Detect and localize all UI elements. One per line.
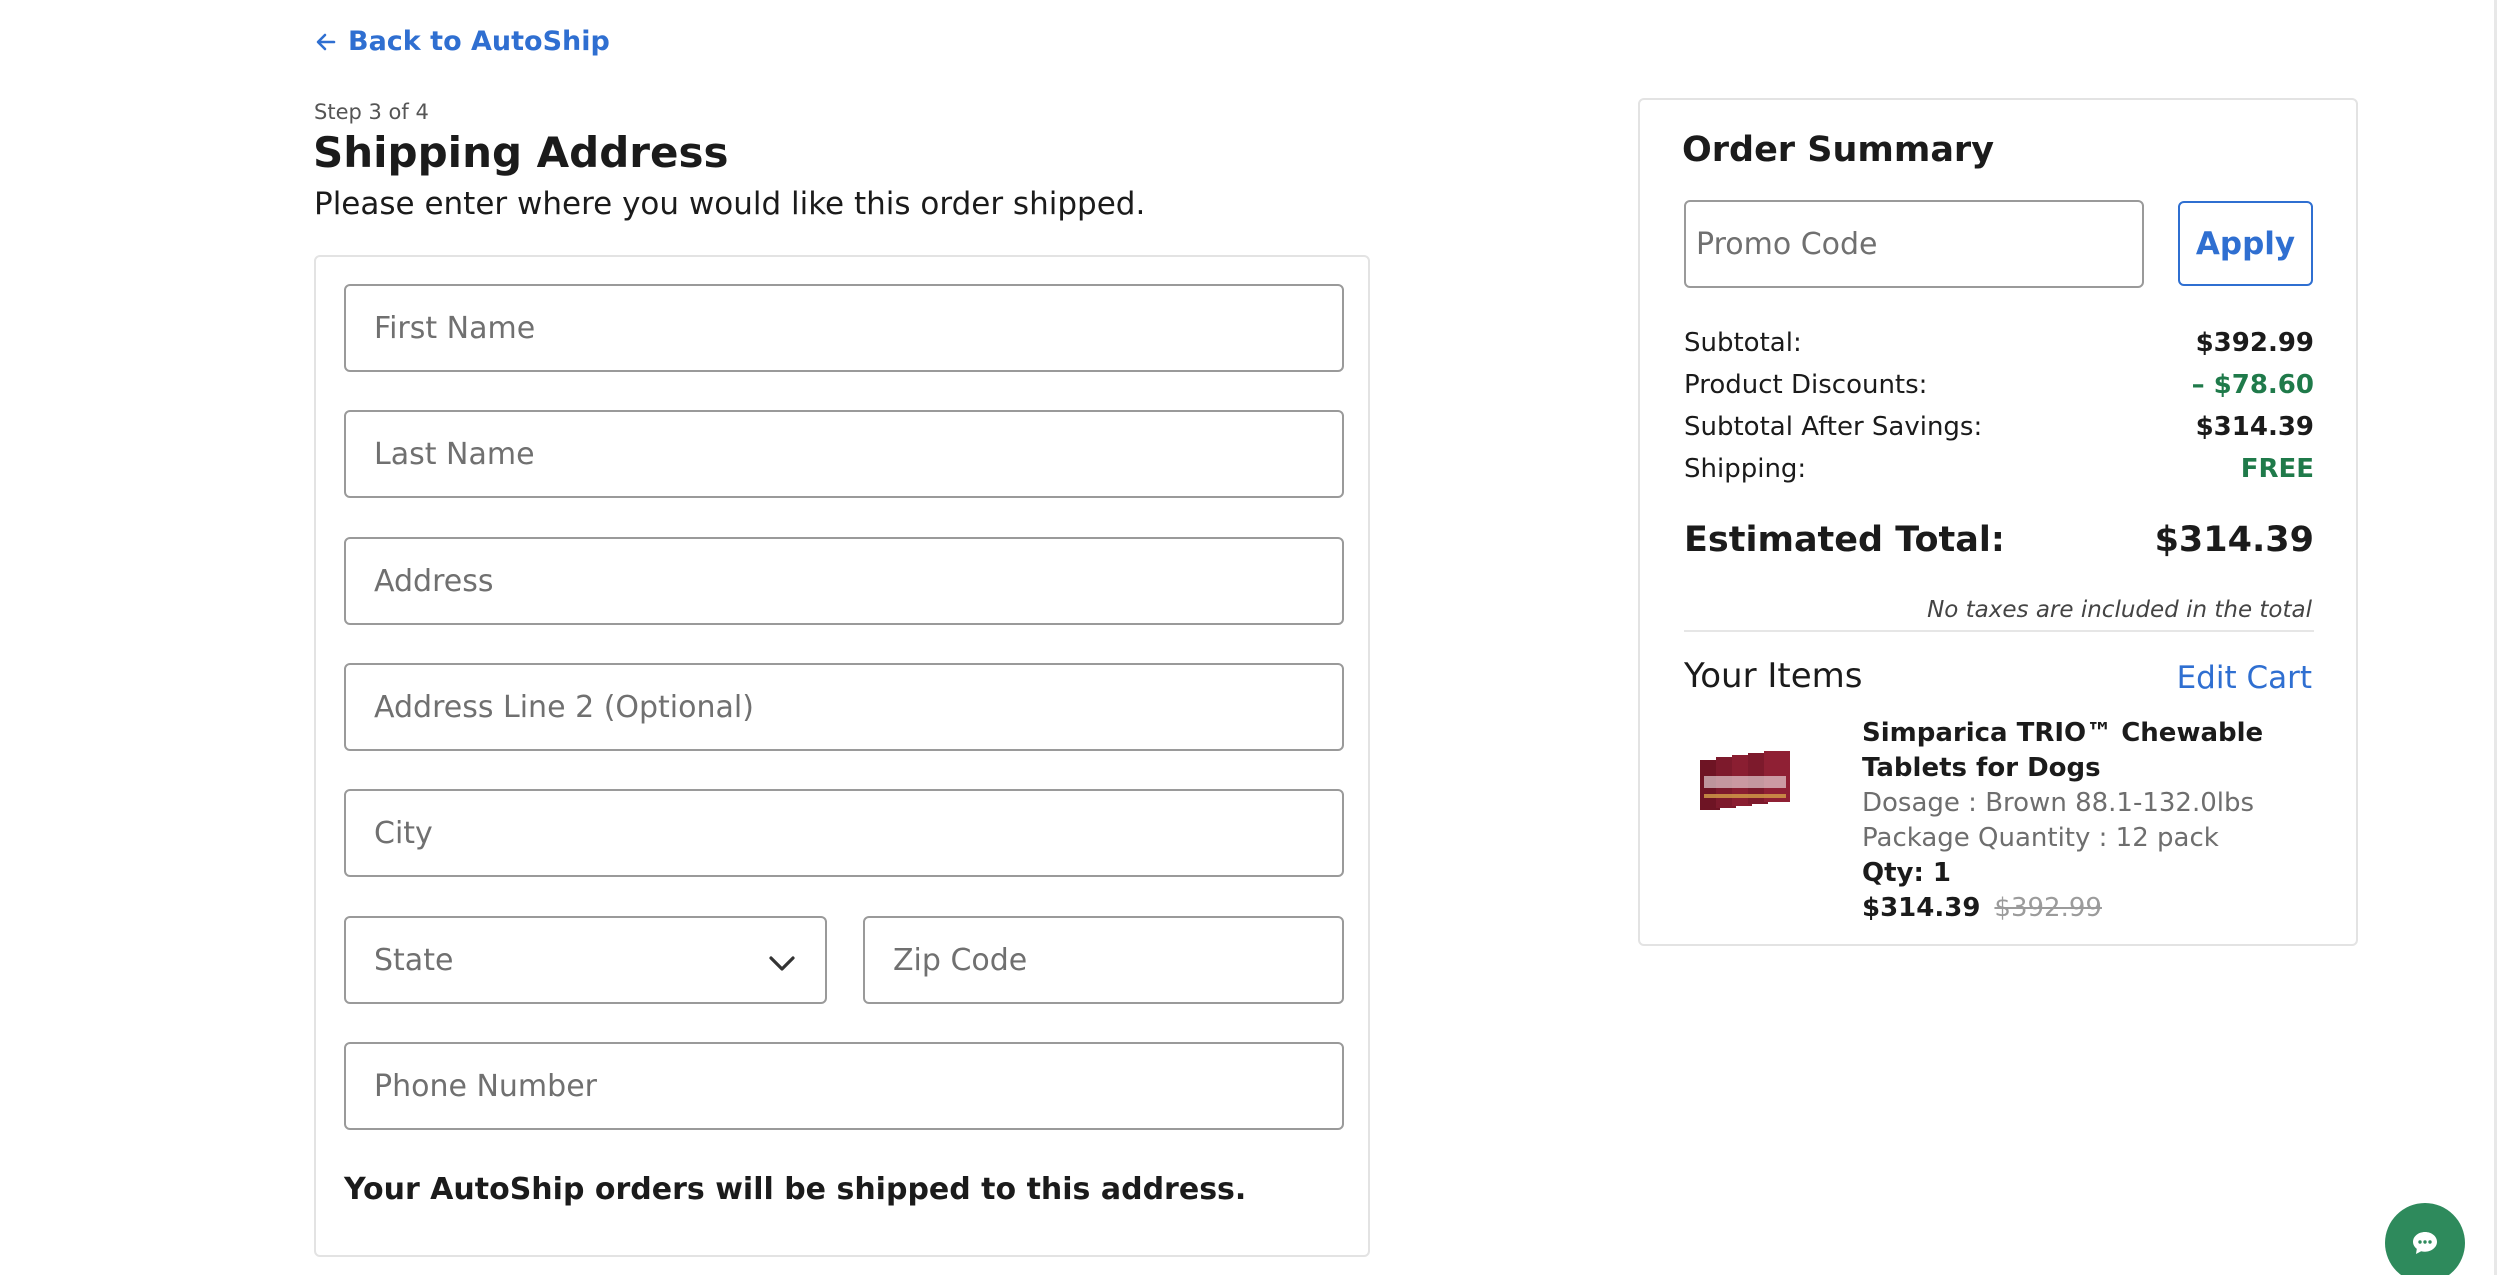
promo-code-placeholder: Promo Code <box>1696 226 1878 262</box>
back-to-autoship-link[interactable]: Back to AutoShip <box>314 26 610 57</box>
product-name: Simparica TRIO™ Chewable Tablets for Dog… <box>1862 718 2264 783</box>
page-title: Shipping Address <box>313 128 729 177</box>
zip-code-placeholder: Zip Code <box>893 942 1028 978</box>
product-details: Simparica TRIO™ Chewable Tablets for Dog… <box>1862 716 2322 926</box>
subtotal-label: Subtotal: <box>1684 328 1802 358</box>
phone-number-field[interactable]: Phone Number <box>344 1042 1344 1130</box>
estimated-total-value: $314.39 <box>2154 520 2314 560</box>
product-price-row: $314.39 $392.99 <box>1862 891 2322 926</box>
city-field[interactable]: City <box>344 789 1344 877</box>
address-line-2-placeholder: Address Line 2 (Optional) <box>374 689 754 725</box>
summary-divider <box>1684 630 2314 632</box>
state-select-label: State <box>374 942 454 978</box>
product-price: $314.39 <box>1862 893 1981 923</box>
product-discounts-label: Product Discounts: <box>1684 370 1928 400</box>
shipping-label: Shipping: <box>1684 454 1807 484</box>
product-package-quantity: Package Quantity : 12 pack <box>1862 823 2219 853</box>
tax-note: No taxes are included in the total <box>1927 597 2312 623</box>
product-original-price: $392.99 <box>1994 893 2102 923</box>
order-summary-title: Order Summary <box>1682 130 1995 170</box>
product-qty: Qty: 1 <box>1862 858 1952 888</box>
address-line-2-field[interactable]: Address Line 2 (Optional) <box>344 663 1344 751</box>
last-name-placeholder: Last Name <box>374 436 535 472</box>
estimated-total-line: Estimated Total: $314.39 <box>1684 520 2314 560</box>
product-dosage: Dosage : Brown 88.1-132.0lbs <box>1862 788 2255 818</box>
address-field[interactable]: Address <box>344 537 1344 625</box>
subtotal-after-savings-line: Subtotal After Savings: $314.39 <box>1684 412 2314 442</box>
arrow-left-icon <box>316 33 336 50</box>
estimated-total-label: Estimated Total: <box>1684 520 2005 560</box>
page-subtitle: Please enter where you would like this o… <box>314 186 1146 222</box>
chat-button[interactable] <box>2385 1203 2465 1275</box>
phone-number-placeholder: Phone Number <box>374 1068 597 1104</box>
your-items-heading: Your Items <box>1684 656 1863 696</box>
address-placeholder: Address <box>374 563 494 599</box>
shipping-form: First Name Last Name Address Address Lin… <box>314 255 1370 1257</box>
product-discounts-value: – $78.60 <box>2191 370 2314 400</box>
apply-promo-button[interactable]: Apply <box>2178 201 2313 286</box>
chat-bubble-icon <box>2413 1232 2437 1254</box>
subtotal-after-savings-label: Subtotal After Savings: <box>1684 412 1983 442</box>
first-name-field[interactable]: First Name <box>344 284 1344 372</box>
city-placeholder: City <box>374 815 433 851</box>
state-select[interactable]: State <box>344 916 827 1004</box>
product-image <box>1700 751 1790 810</box>
subtotal-after-savings-value: $314.39 <box>2195 412 2314 442</box>
shipping-value: FREE <box>2240 454 2314 484</box>
order-summary: Order Summary Promo Code Apply Subtotal:… <box>1638 98 2358 946</box>
shipping-page: Back to AutoShip Step 3 of 4 Shipping Ad… <box>0 0 2500 1275</box>
autoship-address-note: Your AutoShip orders will be shipped to … <box>344 1172 1247 1207</box>
product-discounts-line: Product Discounts: – $78.60 <box>1684 370 2314 400</box>
subtotal-value: $392.99 <box>2195 328 2314 358</box>
chevron-down-icon <box>769 956 795 971</box>
edit-cart-link[interactable]: Edit Cart <box>2177 660 2312 696</box>
zip-code-field[interactable]: Zip Code <box>863 916 1344 1004</box>
shipping-line: Shipping: FREE <box>1684 454 2314 484</box>
first-name-placeholder: First Name <box>374 310 536 346</box>
promo-code-input[interactable]: Promo Code <box>1684 200 2144 288</box>
step-indicator: Step 3 of 4 <box>314 100 429 124</box>
last-name-field[interactable]: Last Name <box>344 410 1344 498</box>
subtotal-line: Subtotal: $392.99 <box>1684 328 2314 358</box>
window-edge <box>2494 0 2497 1275</box>
back-link-label: Back to AutoShip <box>348 26 610 57</box>
